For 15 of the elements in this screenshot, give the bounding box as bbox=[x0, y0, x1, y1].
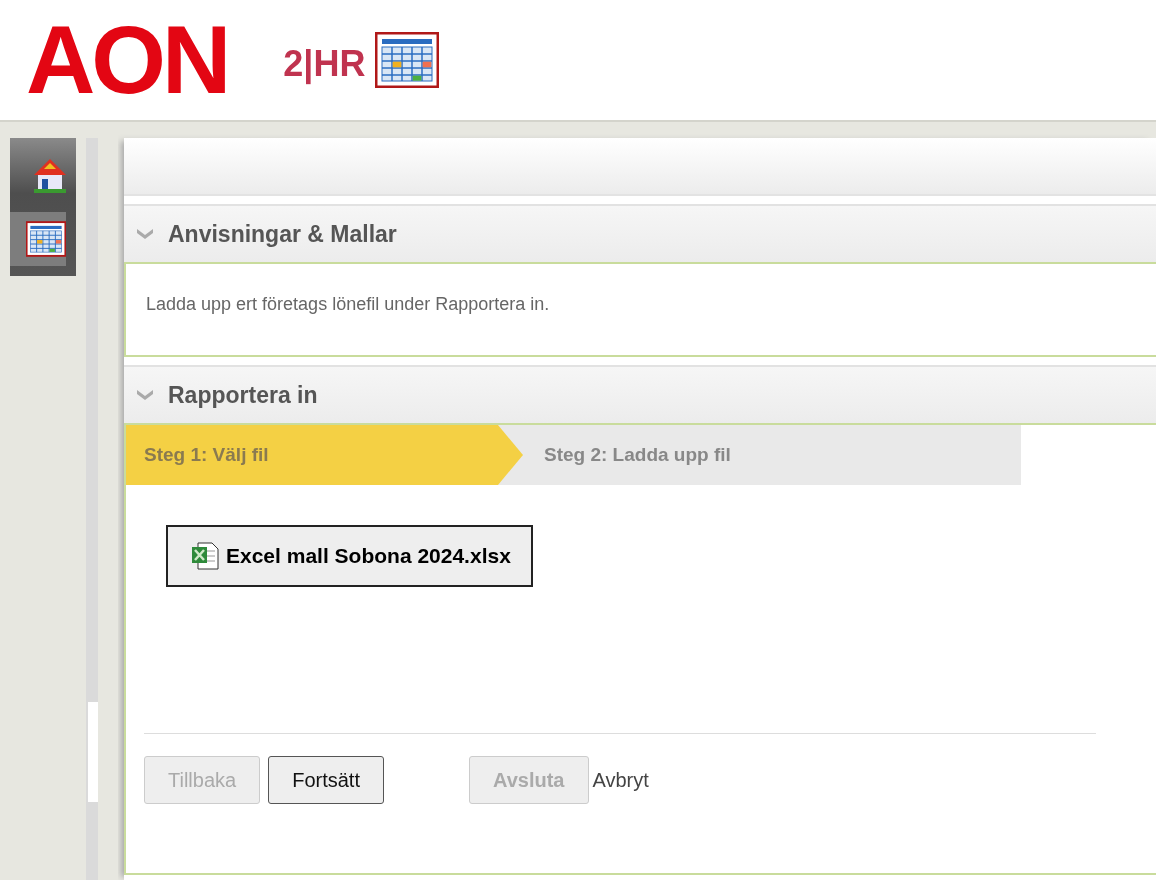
spreadsheet-file-icon bbox=[190, 541, 220, 571]
logo: AON bbox=[26, 12, 228, 108]
calendar-icon[interactable] bbox=[375, 32, 440, 88]
wizard-button[interactable]: Fortsätt bbox=[268, 756, 384, 804]
file-download-button[interactable]: Excel mall Sobona 2024.xlsx bbox=[166, 525, 533, 587]
calendar-icon[interactable] bbox=[26, 221, 66, 257]
wizard-step: Steg 2: Ladda upp fil bbox=[524, 425, 731, 485]
instruction-text: Ladda upp ert företags lönefil under Rapportera in. bbox=[145, 293, 551, 316]
product-name: 2|HR bbox=[283, 43, 366, 85]
section-header[interactable]: Rapportera in bbox=[124, 365, 1156, 423]
cancel-link[interactable]: Avbryt bbox=[592, 768, 649, 792]
scrollbar-thumb[interactable] bbox=[88, 702, 98, 802]
wizard-step: Steg 1: Välj fil bbox=[126, 425, 524, 485]
sidebar-item[interactable] bbox=[10, 212, 66, 266]
section-header[interactable]: Anvisningar & Mallar bbox=[124, 204, 1156, 262]
